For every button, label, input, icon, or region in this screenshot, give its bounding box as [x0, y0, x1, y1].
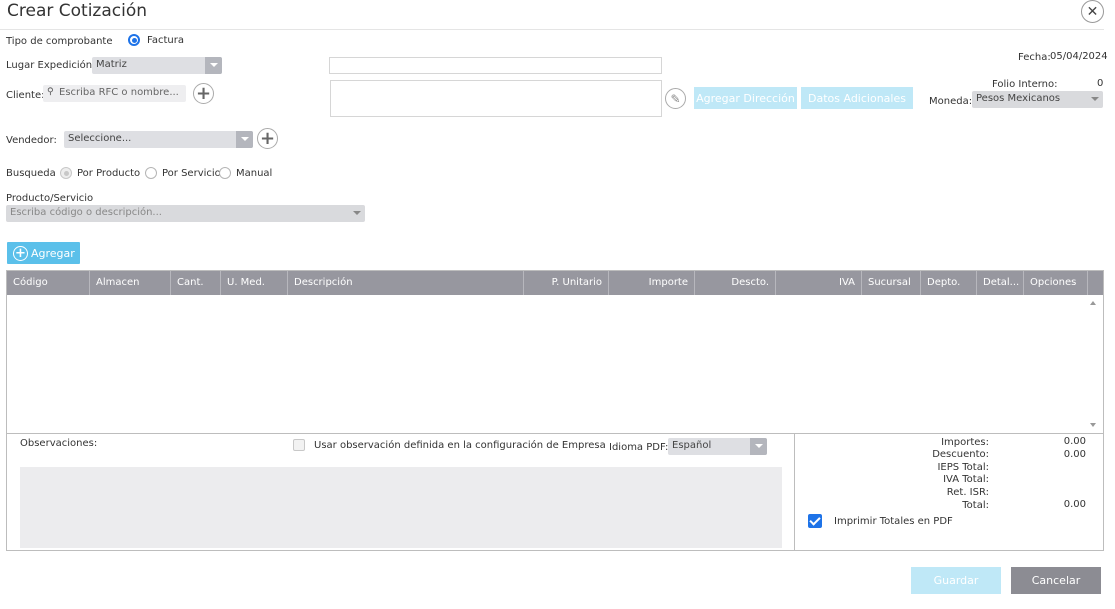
radio-por-servicio-label: Por Servicio [162, 168, 221, 179]
moneda-label: Moneda: [929, 96, 973, 107]
col-importe[interactable]: Importe [608, 271, 694, 295]
col-sucursal[interactable]: Sucursal [861, 271, 920, 295]
direccion-input[interactable] [329, 57, 662, 74]
add-vendedor-button[interactable]: + [257, 128, 278, 149]
dialog-title: Crear Cotización [7, 1, 148, 21]
cliente-label: Cliente: [6, 90, 45, 101]
col-scroll-spacer [1087, 271, 1103, 295]
descuento-value: 0.00 [1063, 449, 1086, 460]
lugar-expedicion-value: Matriz [96, 59, 127, 70]
close-button[interactable]: ✕ [1081, 0, 1104, 23]
chevron-down-icon [348, 205, 365, 222]
idioma-pdf-value: Español [672, 440, 712, 451]
col-descripcion[interactable]: Descripción [287, 271, 523, 295]
radio-por-producto-label: Por Producto [77, 168, 141, 179]
plus-circle-icon: + [13, 245, 28, 261]
scroll-down-icon[interactable] [1090, 423, 1096, 427]
total-label: Total: [962, 500, 989, 511]
col-opciones[interactable]: Opciones [1023, 271, 1087, 295]
folio-interno-value: 0 [1097, 78, 1104, 89]
col-p-unitario[interactable]: P. Unitario [523, 271, 608, 295]
fecha-value: 05/04/2024 [1050, 51, 1108, 62]
vendedor-label: Vendedor: [6, 135, 57, 146]
vendedor-value: Seleccione... [68, 133, 132, 144]
close-icon: ✕ [1086, 3, 1099, 20]
vendedor-select[interactable]: Seleccione... [64, 131, 253, 148]
pencil-icon: ✎ [670, 91, 681, 106]
datos-adicionales-button[interactable]: Datos Adicionales [801, 87, 913, 109]
agregar-button[interactable]: + Agregar [7, 242, 80, 264]
radio-manual[interactable] [219, 167, 231, 179]
importes-label: Importes: [941, 437, 989, 448]
ieps-total-label: IEPS Total: [937, 462, 989, 473]
cliente-search-input[interactable]: ⚲ Escriba RFC o nombre... [43, 85, 186, 102]
radio-manual-label: Manual [236, 168, 273, 179]
chevron-down-icon [1086, 91, 1103, 108]
radio-factura-label: Factura [147, 35, 184, 46]
iva-total-label: IVA Total: [943, 474, 989, 485]
busqueda-label: Busqueda [6, 168, 56, 179]
folio-interno-label: Folio Interno: [992, 79, 1058, 90]
producto-servicio-label: Producto/Servicio [6, 193, 94, 204]
col-depto[interactable]: Depto. [920, 271, 976, 295]
descuento-label: Descuento: [932, 449, 989, 460]
plus-icon: + [259, 127, 276, 149]
usar-observacion-checkbox[interactable] [293, 439, 305, 451]
usar-observacion-label: Usar observación definida en la configur… [314, 440, 606, 451]
guardar-button[interactable]: Guardar [911, 567, 1001, 594]
chevron-down-icon [236, 131, 253, 148]
col-codigo[interactable]: Código [7, 271, 89, 295]
observaciones-textarea[interactable] [20, 467, 782, 548]
chevron-down-icon [750, 438, 767, 455]
col-descto[interactable]: Descto. [694, 271, 775, 295]
radio-por-servicio[interactable] [145, 167, 157, 179]
idioma-pdf-select[interactable]: Español [668, 438, 767, 455]
radio-factura[interactable] [128, 34, 140, 46]
fecha-label: Fecha: [1018, 52, 1051, 63]
moneda-select[interactable]: Pesos Mexicanos [972, 91, 1103, 108]
col-iva[interactable]: IVA [775, 271, 861, 295]
col-cant[interactable]: Cant. [170, 271, 220, 295]
lugar-expedicion-select[interactable]: Matriz [92, 57, 222, 74]
agregar-label: Agregar [31, 246, 75, 260]
search-icon: ⚲ [47, 87, 54, 97]
col-almacen[interactable]: Almacen [89, 271, 170, 295]
plus-icon: + [195, 82, 212, 104]
idioma-pdf-label: Idioma PDF: [609, 442, 669, 453]
add-cliente-button[interactable]: + [193, 83, 214, 104]
imprimir-totales-checkbox[interactable] [808, 514, 822, 528]
col-detalle[interactable]: Detal... [976, 271, 1023, 295]
importes-value: 0.00 [1063, 436, 1086, 447]
title-divider [0, 29, 1104, 30]
ret-isr-label: Ret. ISR: [946, 487, 989, 498]
bottom-divider [794, 433, 795, 551]
producto-search-input[interactable]: Escriba código o descripción... [6, 205, 365, 222]
imprimir-totales-label: Imprimir Totales en PDF [834, 516, 953, 527]
moneda-value: Pesos Mexicanos [976, 93, 1061, 104]
col-u-med[interactable]: U. Med. [220, 271, 287, 295]
chevron-down-icon [205, 57, 222, 74]
cancelar-button[interactable]: Cancelar [1011, 567, 1101, 594]
edit-direccion-button[interactable]: ✎ [665, 88, 686, 109]
direccion-textarea[interactable] [330, 80, 662, 117]
table-header: Código Almacen Cant. U. Med. Descripción… [7, 271, 1103, 295]
lugar-expedicion-label: Lugar Expedición [6, 60, 93, 71]
total-value: 0.00 [1063, 499, 1086, 510]
products-table: Código Almacen Cant. U. Med. Descripción… [6, 270, 1104, 434]
observaciones-label: Observaciones: [20, 438, 98, 449]
cliente-placeholder: Escriba RFC o nombre... [59, 87, 179, 98]
producto-placeholder: Escriba código o descripción... [10, 207, 162, 218]
scroll-up-icon[interactable] [1090, 301, 1096, 305]
tipo-comprobante-label: Tipo de comprobante [6, 36, 113, 47]
radio-por-producto[interactable] [60, 167, 72, 179]
agregar-direccion-button[interactable]: Agregar Dirección [694, 87, 797, 109]
